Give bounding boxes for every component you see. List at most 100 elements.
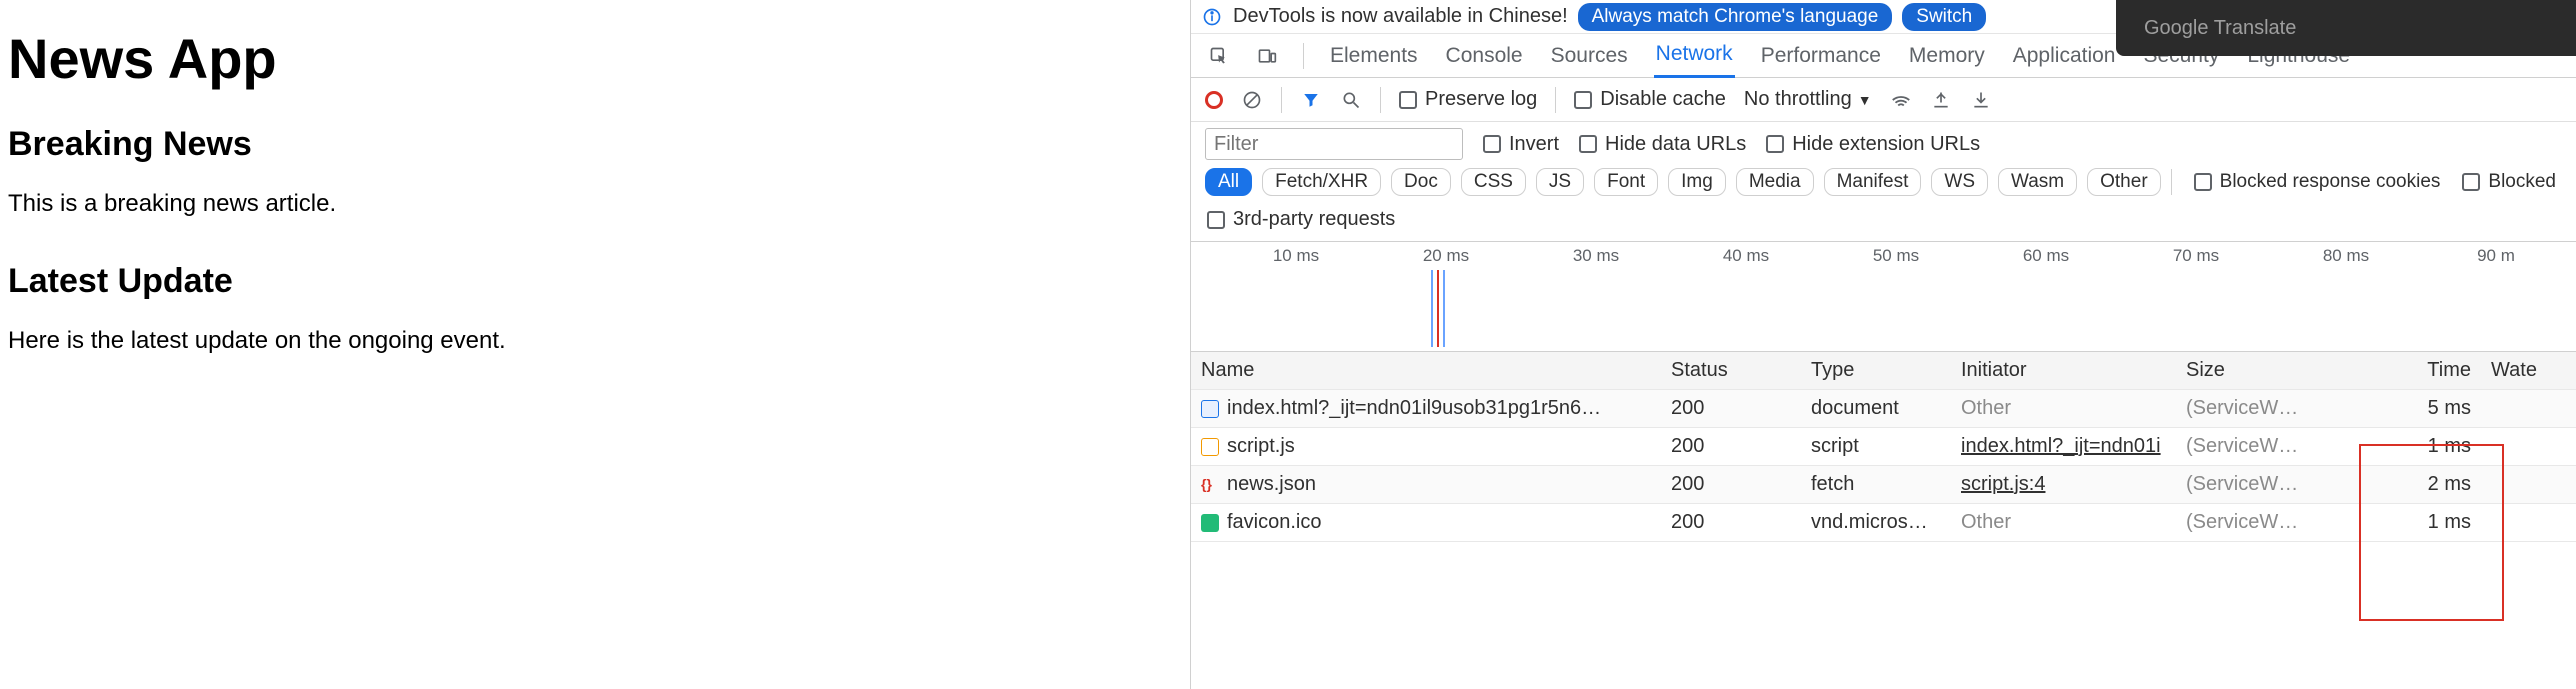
device-toolbar-icon[interactable] bbox=[1255, 44, 1279, 68]
cell-initiator[interactable]: index.html?_ijt=ndn01i bbox=[1951, 435, 2176, 458]
timeline-scale: 10 ms20 ms30 ms40 ms50 ms60 ms70 ms80 ms… bbox=[1191, 242, 2576, 266]
blocked-response-cookies-checkbox[interactable]: Blocked response cookies bbox=[2194, 171, 2441, 193]
timeline-plot bbox=[1199, 270, 2572, 347]
timeline-tick: 20 ms bbox=[1371, 246, 1521, 266]
network-request-row[interactable]: index.html?_ijt=ndn01il9usob31pg1r5n6…20… bbox=[1191, 390, 2576, 428]
invert-label: Invert bbox=[1509, 133, 1559, 156]
search-icon[interactable] bbox=[1340, 89, 1362, 111]
cell-initiator: Other bbox=[1951, 397, 2176, 420]
chip-manifest[interactable]: Manifest bbox=[1824, 168, 1922, 196]
column-header-size[interactable]: Size bbox=[2176, 359, 2331, 382]
checkbox-icon bbox=[1766, 135, 1784, 153]
preserve-log-checkbox[interactable]: Preserve log bbox=[1399, 88, 1537, 111]
tab-application[interactable]: Application bbox=[2011, 35, 2118, 77]
column-header-wate[interactable]: Wate bbox=[2481, 359, 2571, 382]
chip-js[interactable]: JS bbox=[1536, 168, 1584, 196]
blocked-requests-checkbox-label: Blocked bbox=[2488, 171, 2556, 193]
google-translate-popup[interactable]: Google Translate bbox=[2116, 0, 2576, 56]
throttling-select[interactable]: No throttling ▼ bbox=[1744, 88, 1872, 111]
cell-size: (ServiceW… bbox=[2176, 511, 2331, 534]
tab-network[interactable]: Network bbox=[1654, 33, 1735, 78]
network-timeline[interactable]: 10 ms20 ms30 ms40 ms50 ms60 ms70 ms80 ms… bbox=[1191, 242, 2576, 352]
clear-icon[interactable] bbox=[1241, 89, 1263, 111]
tab-performance[interactable]: Performance bbox=[1759, 35, 1883, 77]
network-request-row[interactable]: {}news.json200fetchscript.js:4(ServiceW…… bbox=[1191, 466, 2576, 504]
cell-time: 1 ms bbox=[2331, 511, 2481, 534]
cell-name: script.js bbox=[1191, 435, 1661, 458]
invert-checkbox[interactable]: Invert bbox=[1483, 133, 1559, 156]
cell-status: 200 bbox=[1661, 397, 1801, 420]
network-request-row[interactable]: script.js200scriptindex.html?_ijt=ndn01i… bbox=[1191, 428, 2576, 466]
divider bbox=[1555, 87, 1556, 113]
hide-extension-urls-checkbox[interactable]: Hide extension URLs bbox=[1766, 133, 1980, 156]
checkbox-icon bbox=[1574, 91, 1592, 109]
chip-all[interactable]: All bbox=[1205, 168, 1252, 196]
section-breaking-news: Breaking News bbox=[8, 125, 1182, 164]
column-header-type[interactable]: Type bbox=[1801, 359, 1951, 382]
favicon-icon bbox=[1201, 514, 1219, 532]
inspect-element-icon[interactable] bbox=[1207, 44, 1231, 68]
timeline-tick: 70 ms bbox=[2121, 246, 2271, 266]
chip-font[interactable]: Font bbox=[1594, 168, 1658, 196]
chip-fetch-xhr[interactable]: Fetch/XHR bbox=[1262, 168, 1381, 196]
hide-data-urls-label: Hide data URLs bbox=[1605, 133, 1746, 156]
chip-css[interactable]: CSS bbox=[1461, 168, 1526, 196]
tab-memory[interactable]: Memory bbox=[1907, 35, 1987, 77]
cell-time: 1 ms bbox=[2331, 435, 2481, 458]
tab-console[interactable]: Console bbox=[1444, 35, 1525, 77]
column-header-time[interactable]: Time bbox=[2331, 359, 2481, 382]
chip-img[interactable]: Img bbox=[1668, 168, 1726, 196]
switch-language-button[interactable]: Switch bbox=[1902, 3, 1986, 31]
filter-input[interactable]: Filter bbox=[1205, 128, 1463, 160]
column-header-status[interactable]: Status bbox=[1661, 359, 1801, 382]
chip-doc[interactable]: Doc bbox=[1391, 168, 1451, 196]
cell-type: fetch bbox=[1801, 473, 1951, 496]
cell-name: index.html?_ijt=ndn01il9usob31pg1r5n6… bbox=[1191, 397, 1661, 420]
timeline-tick: 10 ms bbox=[1221, 246, 1371, 266]
timeline-marker bbox=[1431, 270, 1433, 347]
network-table: NameStatusTypeInitiatorSizeTimeWate inde… bbox=[1191, 352, 2576, 542]
export-har-icon[interactable] bbox=[1970, 89, 1992, 111]
timeline-marker bbox=[1437, 270, 1439, 347]
cell-status: 200 bbox=[1661, 511, 1801, 534]
chip-wasm[interactable]: Wasm bbox=[1998, 168, 2077, 196]
tab-elements[interactable]: Elements bbox=[1328, 35, 1420, 77]
chip-media[interactable]: Media bbox=[1736, 168, 1814, 196]
devtools-panel: Google Translate DevTools is now availab… bbox=[1190, 0, 2576, 689]
always-match-language-button[interactable]: Always match Chrome's language bbox=[1578, 3, 1893, 31]
third-party-label: 3rd-party requests bbox=[1233, 208, 1395, 231]
column-header-initiator[interactable]: Initiator bbox=[1951, 359, 2176, 382]
record-button[interactable] bbox=[1205, 91, 1223, 109]
cell-initiator[interactable]: script.js:4 bbox=[1951, 473, 2176, 496]
script-icon bbox=[1201, 438, 1219, 456]
document-icon bbox=[1201, 400, 1219, 418]
disable-cache-checkbox[interactable]: Disable cache bbox=[1574, 88, 1726, 111]
news-content-pane: News App Breaking News This is a breakin… bbox=[0, 0, 1190, 689]
hide-data-urls-checkbox[interactable]: Hide data URLs bbox=[1579, 133, 1746, 156]
checkbox-icon bbox=[1207, 211, 1225, 229]
blocked-requests-checkbox[interactable]: Blocked bbox=[2462, 171, 2556, 193]
chevron-down-icon: ▼ bbox=[1858, 92, 1872, 108]
blocked-response-cookies-checkbox-label: Blocked response cookies bbox=[2220, 171, 2441, 193]
info-icon bbox=[1201, 6, 1223, 28]
cell-status: 200 bbox=[1661, 473, 1801, 496]
cell-type: script bbox=[1801, 435, 1951, 458]
network-conditions-icon[interactable] bbox=[1890, 89, 1912, 111]
filter-placeholder: Filter bbox=[1214, 133, 1258, 156]
column-header-name[interactable]: Name bbox=[1191, 359, 1661, 382]
cell-type: vnd.micros… bbox=[1801, 511, 1951, 534]
google-translate-label: Google Translate bbox=[2144, 17, 2296, 40]
chip-other[interactable]: Other bbox=[2087, 168, 2161, 196]
import-har-icon[interactable] bbox=[1930, 89, 1952, 111]
filter-icon[interactable] bbox=[1300, 89, 1322, 111]
divider bbox=[1303, 43, 1304, 69]
third-party-checkbox[interactable]: 3rd-party requests bbox=[1207, 208, 2560, 231]
preserve-log-label: Preserve log bbox=[1425, 88, 1537, 111]
network-table-header[interactable]: NameStatusTypeInitiatorSizeTimeWate bbox=[1191, 352, 2576, 390]
cell-name: {}news.json bbox=[1191, 473, 1661, 496]
network-filter-bar: Filter Invert Hide data URLs Hide extens… bbox=[1191, 122, 2576, 166]
tab-sources[interactable]: Sources bbox=[1549, 35, 1630, 77]
timeline-tick: 30 ms bbox=[1521, 246, 1671, 266]
network-request-row[interactable]: favicon.ico200vnd.micros…Other(ServiceW…… bbox=[1191, 504, 2576, 542]
chip-ws[interactable]: WS bbox=[1931, 168, 1988, 196]
